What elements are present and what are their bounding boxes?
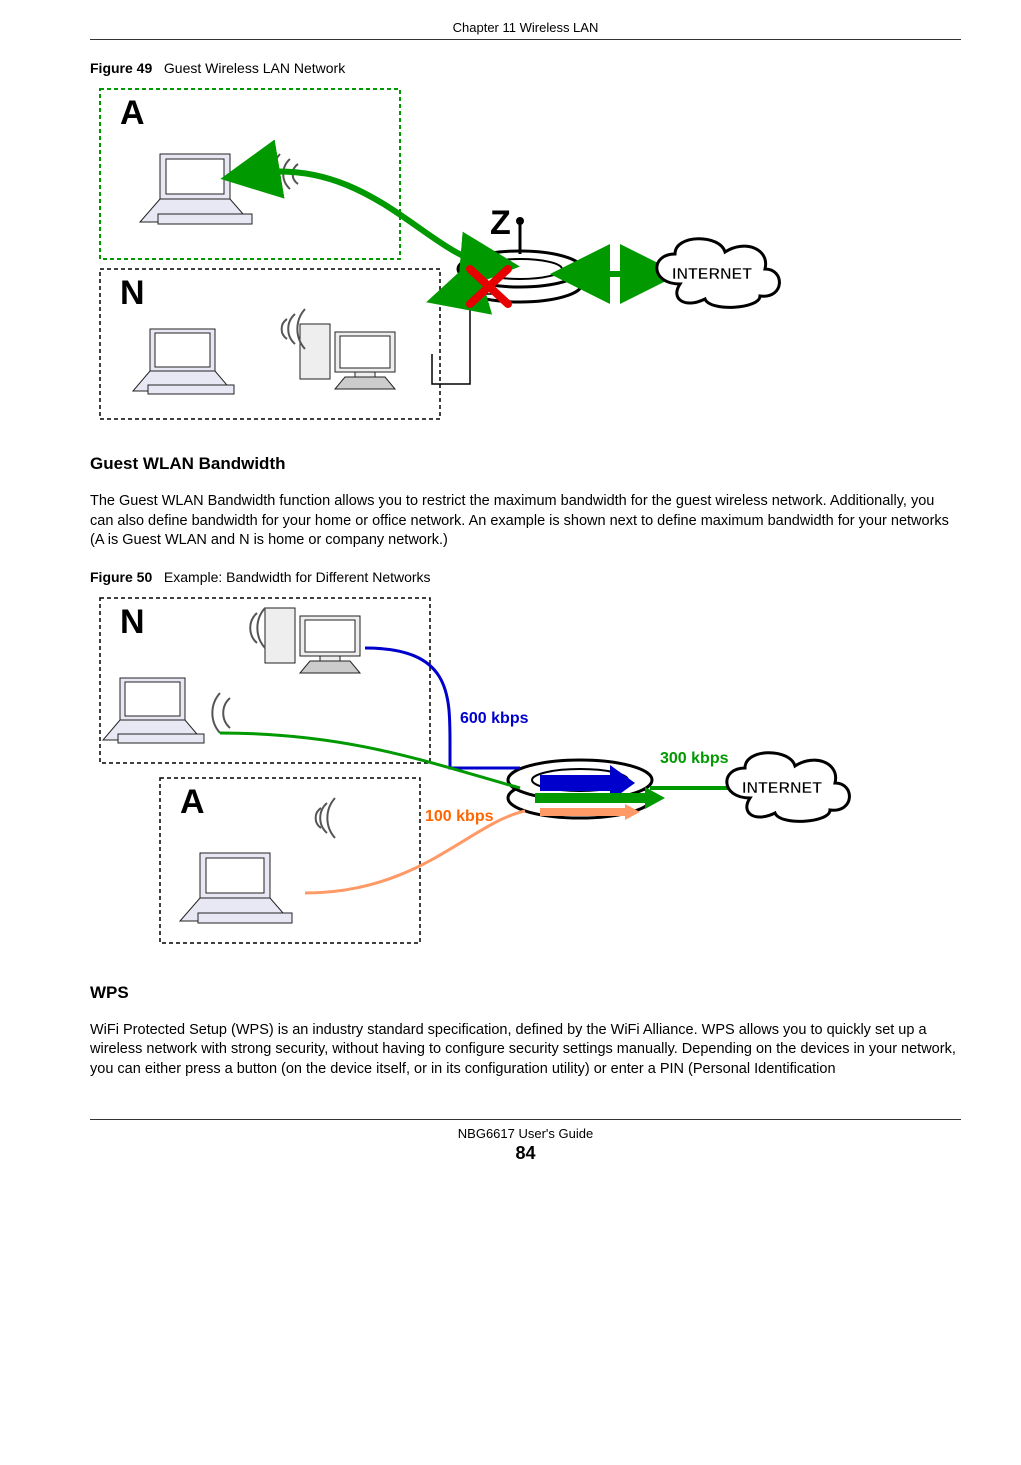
page-footer: NBG6617 User's Guide 84: [90, 1119, 961, 1164]
footer-page-number: 84: [90, 1143, 961, 1164]
section-wps-title: WPS: [90, 983, 961, 1003]
bw-600-label: 600 kbps: [460, 710, 529, 727]
label-n: N: [120, 603, 145, 641]
desktop-icon: [300, 324, 395, 389]
label-a: A: [120, 94, 145, 132]
figure-50-diagram: N: [90, 593, 961, 953]
internet-cloud-icon: INTERNET: [657, 239, 780, 308]
footer-guide: NBG6617 User's Guide: [458, 1126, 593, 1141]
connection-n-router: [432, 294, 492, 384]
chapter-title: Chapter 11 Wireless LAN: [453, 20, 599, 35]
figure-49-label: Figure 49: [90, 60, 152, 76]
blue-connection: [365, 648, 520, 768]
laptop-icon: [133, 329, 234, 394]
figure-50-caption: Figure 50 Example: Bandwidth for Differe…: [90, 569, 961, 585]
bw-300-label: 300 kbps: [660, 750, 729, 767]
internet-label: INTERNET: [672, 266, 752, 283]
laptop-icon: [180, 853, 292, 923]
laptop-icon: [140, 154, 252, 224]
figure-49-diagram: A N: [90, 84, 961, 424]
wifi-waves-icon: [250, 608, 265, 648]
internet-label: INTERNET: [742, 780, 822, 797]
figure-49-text: Guest Wireless LAN Network: [164, 60, 345, 76]
wifi-waves-icon: [316, 798, 335, 838]
green-connection: [220, 733, 520, 788]
label-z: Z: [490, 204, 511, 242]
figure-50-text: Example: Bandwidth for Different Network…: [164, 569, 431, 585]
wifi-waves-icon: [212, 693, 230, 733]
figure-50-label: Figure 50: [90, 569, 152, 585]
desktop-icon: [265, 608, 360, 673]
label-n: N: [120, 274, 145, 312]
bw-100-label: 100 kbps: [425, 808, 494, 825]
page-header: Chapter 11 Wireless LAN: [90, 20, 961, 40]
label-a: A: [180, 783, 205, 821]
wifi-waves-icon: [282, 309, 305, 349]
laptop-icon: [103, 678, 204, 743]
figure-49-caption: Figure 49 Guest Wireless LAN Network: [90, 60, 961, 76]
section-wps-text: WiFi Protected Setup (WPS) is an industr…: [90, 1021, 961, 1080]
section-guest-wlan-text: The Guest WLAN Bandwidth function allows…: [90, 492, 961, 551]
internet-cloud-icon: INTERNET: [727, 752, 850, 821]
section-guest-wlan-title: Guest WLAN Bandwidth: [90, 454, 961, 474]
